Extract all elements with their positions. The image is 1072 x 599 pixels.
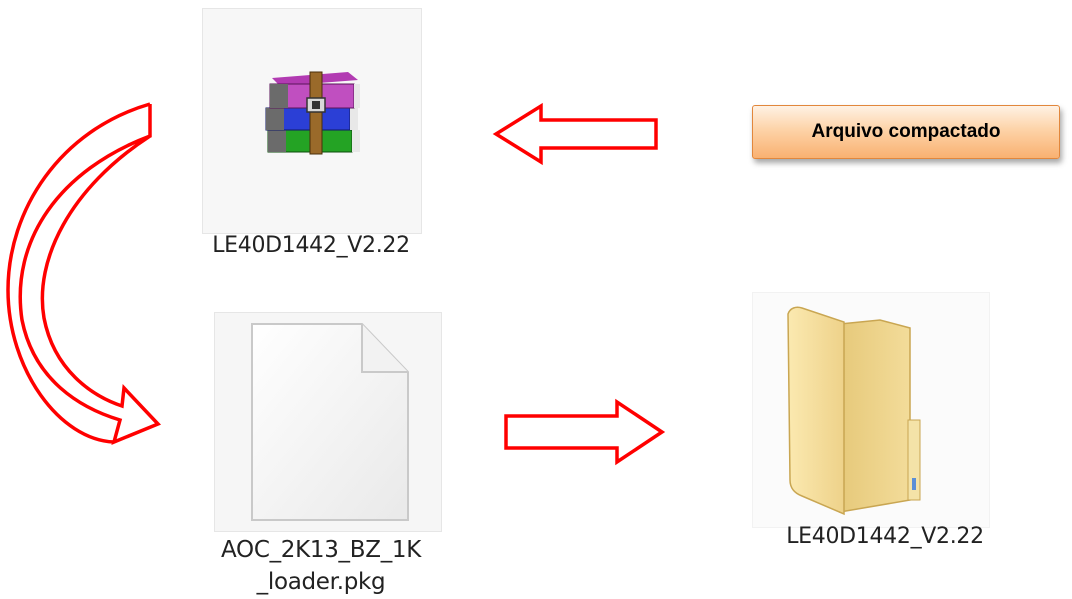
curved-arrow-icon	[6, 102, 162, 445]
